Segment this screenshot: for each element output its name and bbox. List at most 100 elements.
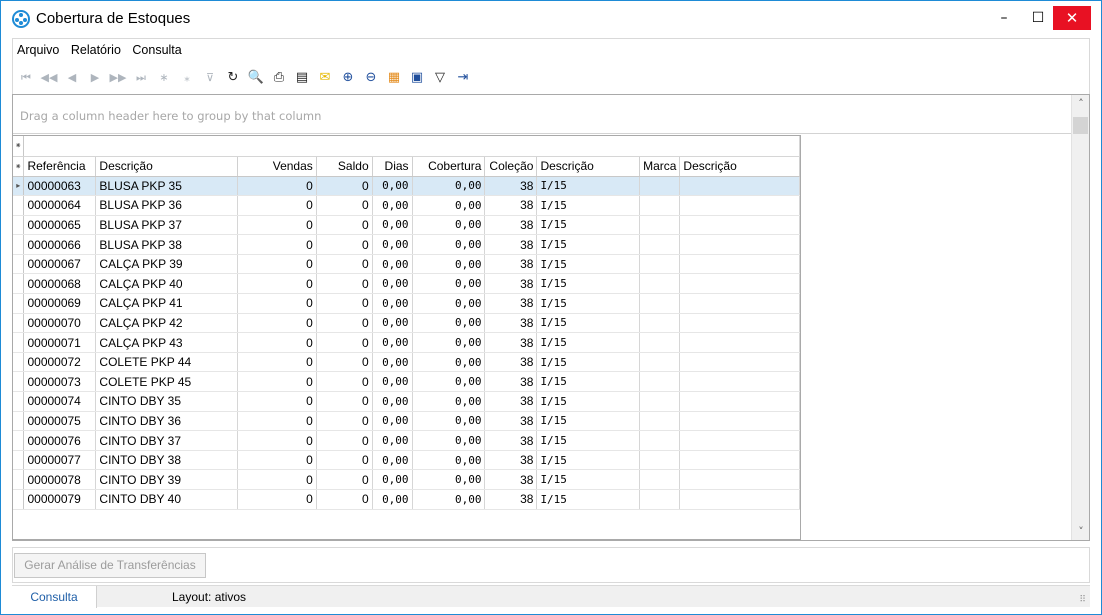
table-cell[interactable] [639,469,681,490]
table-cell[interactable] [679,332,800,353]
table-cell[interactable]: 0,00 [372,254,413,275]
print-icon[interactable]: ⎙ [270,69,288,87]
table-cell[interactable] [679,234,800,255]
table-cell[interactable] [639,411,681,432]
table-cell[interactable]: 0 [316,254,373,275]
table-cell[interactable]: 0 [316,176,373,197]
table-cell[interactable]: 0,00 [412,391,486,412]
table-cell[interactable]: 00000079 [23,489,97,510]
table-cell[interactable]: I/15 [536,293,641,314]
table-cell[interactable]: BLUSA PKP 37 [95,215,239,236]
table-cell[interactable]: 00000069 [23,293,97,314]
table-cell[interactable]: 0,00 [372,195,413,216]
table-cell[interactable]: 0 [237,313,317,334]
table-cell[interactable]: CALÇA PKP 40 [95,273,239,295]
table-cell[interactable]: 38 [484,273,538,295]
table-cell[interactable]: CINTO DBY 37 [95,430,239,451]
menu-arquivo[interactable]: Arquivo [17,43,59,57]
table-cell[interactable]: CALÇA PKP 42 [95,313,239,334]
table-cell[interactable] [679,195,800,216]
table-cell[interactable]: 00000072 [23,352,97,373]
print-preview-icon[interactable]: 🔍 [247,69,265,87]
status-tab-consulta[interactable]: Consulta [12,586,97,608]
refresh-icon[interactable]: ↻ [224,69,242,87]
table-cell[interactable]: 0,00 [412,195,486,216]
table-cell[interactable]: 0,00 [372,430,413,451]
filter-row[interactable]: ⁕ [13,136,800,157]
table-cell[interactable] [679,313,800,334]
table-cell[interactable]: 0,00 [412,411,486,432]
table-cell[interactable]: 0 [237,411,317,432]
row-indicator[interactable] [13,430,25,451]
table-cell[interactable]: 38 [484,391,538,412]
table-cell[interactable]: 0 [237,371,317,393]
table-cell[interactable]: 0,00 [412,352,486,373]
table-cell[interactable] [679,430,800,451]
table-cell[interactable] [679,450,800,471]
table-cell[interactable]: 38 [484,411,538,432]
table-cell[interactable]: 0 [316,215,373,236]
table-cell[interactable]: 0 [237,352,317,373]
table-cell[interactable]: 00000075 [23,411,97,432]
table-cell[interactable]: 38 [484,430,538,451]
table-cell[interactable]: COLETE PKP 44 [95,352,239,373]
table-cell[interactable]: 0 [237,195,317,216]
table-cell[interactable]: 0 [237,430,317,451]
table-cell[interactable]: BLUSA PKP 35 [95,176,239,197]
table-cell[interactable]: 0 [316,391,373,412]
table-cell[interactable]: 0,00 [372,469,413,490]
table-row[interactable]: 00000066 BLUSA PKP 38 0 0 0,00 0,00 38 I/15 [13,234,800,255]
column-header[interactable]: Descrição [679,156,800,177]
table-cell[interactable]: 0 [316,450,373,471]
table-cell[interactable] [639,234,681,255]
table-cell[interactable] [679,293,800,314]
table-cell[interactable]: 38 [484,489,538,510]
gerar-analise-button[interactable]: Gerar Análise de Transferências [14,553,206,578]
insert-icon[interactable]: ∗ [155,69,173,87]
table-cell[interactable]: CINTO DBY 40 [95,489,239,510]
table-row[interactable]: 00000078 CINTO DBY 39 0 0 0,00 0,00 38 I/15 [13,469,800,490]
table-cell[interactable] [639,352,681,373]
table-cell[interactable]: I/15 [536,195,641,216]
table-cell[interactable] [639,195,681,216]
row-indicator[interactable] [13,293,25,314]
table-cell[interactable]: I/15 [536,469,641,490]
table-cell[interactable]: CINTO DBY 39 [95,469,239,490]
table-row[interactable]: 00000070 CALÇA PKP 42 0 0 0,00 0,00 38 I/15 [13,313,800,334]
table-cell[interactable] [679,176,800,197]
table-cell[interactable]: BLUSA PKP 36 [95,195,239,216]
table-cell[interactable]: CALÇA PKP 41 [95,293,239,314]
table-cell[interactable] [679,371,800,393]
table-cell[interactable]: I/15 [536,254,641,275]
prev-page-icon[interactable]: ◀◀ [40,69,58,87]
table-cell[interactable]: 0 [237,176,317,197]
column-header[interactable]: Coleção [484,156,538,177]
menu-consulta[interactable]: Consulta [132,43,181,57]
row-indicator[interactable] [13,411,25,432]
filter-row-icon[interactable]: ⊽ [201,69,219,87]
next-icon[interactable]: ▶ [86,69,104,87]
table-cell[interactable]: 00000070 [23,313,97,334]
table-cell[interactable]: CALÇA PKP 39 [95,254,239,275]
table-row[interactable]: 00000077 CINTO DBY 38 0 0 0,00 0,00 38 I/15 [13,450,800,471]
table-cell[interactable]: 0,00 [412,489,486,510]
column-header[interactable]: Vendas [237,156,317,177]
table-cell[interactable]: 0,00 [412,371,486,393]
table-cell[interactable]: 0,00 [372,215,413,236]
table-cell[interactable]: 00000071 [23,332,97,353]
table-cell[interactable]: 0,00 [372,352,413,373]
table-cell[interactable]: 0,00 [372,489,413,510]
table-cell[interactable]: 00000066 [23,234,97,255]
table-cell[interactable]: I/15 [536,273,641,295]
zoom-out-icon[interactable]: ⊖ [362,69,380,87]
table-cell[interactable]: 0,00 [412,273,486,295]
table-cell[interactable]: 0 [316,234,373,255]
row-indicator[interactable] [13,469,25,490]
table-cell[interactable]: 0 [316,332,373,353]
table-cell[interactable]: 0 [316,430,373,451]
table-cell[interactable] [639,176,681,197]
table-row[interactable]: 00000068 CALÇA PKP 40 0 0 0,00 0,00 38 I/15 [13,273,800,295]
row-indicator[interactable] [13,273,25,295]
table-cell[interactable] [639,371,681,393]
table-cell[interactable]: 00000077 [23,450,97,471]
